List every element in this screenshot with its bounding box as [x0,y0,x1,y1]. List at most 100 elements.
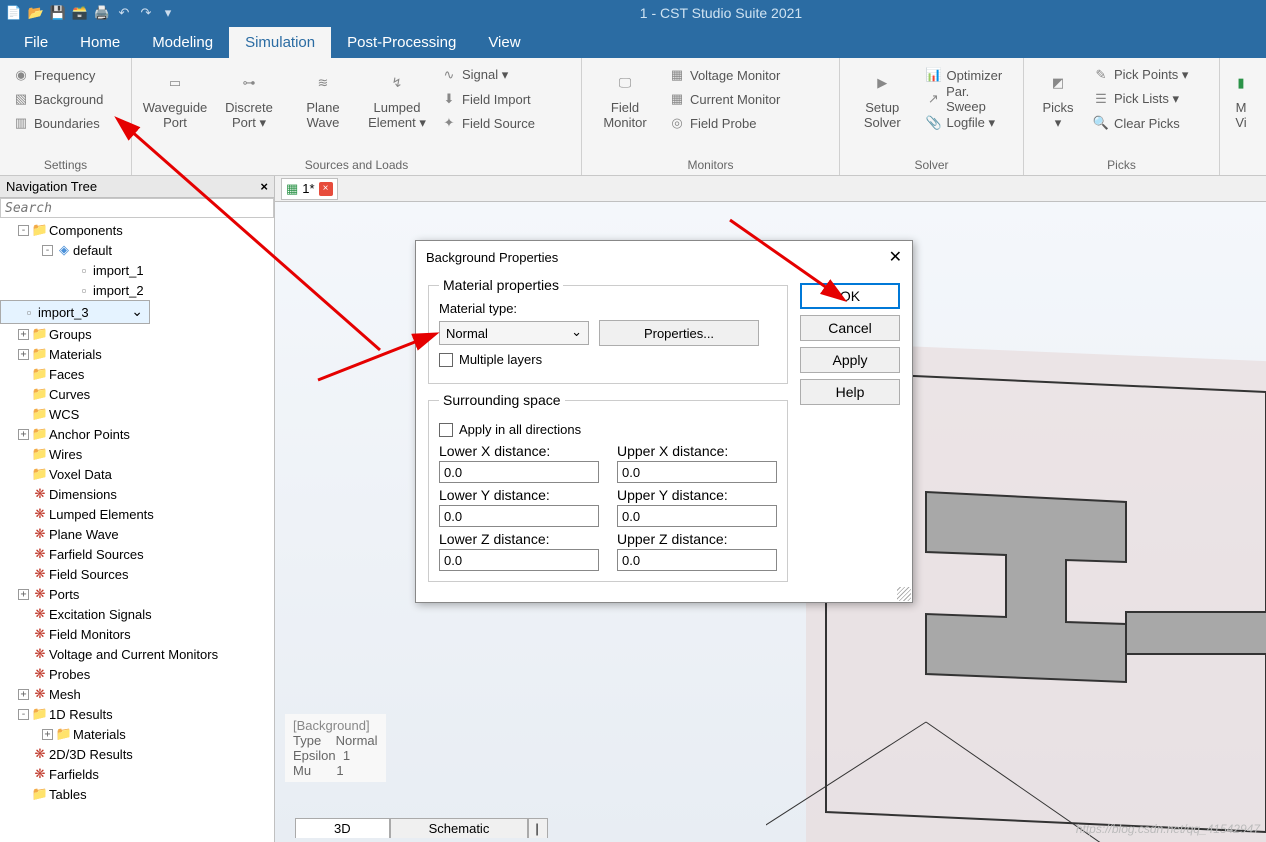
clear-picks-button[interactable]: 🔍Clear Picks [1088,111,1192,135]
tree-node-farfield-sources[interactable]: ❋Farfield Sources [0,544,274,564]
tab-simulation[interactable]: Simulation [229,27,331,58]
tree-node-lumped-elements[interactable]: ❋Lumped Elements [0,504,274,524]
tree-node-mesh[interactable]: +❋Mesh [0,684,274,704]
tree-node-default[interactable]: -◈default [0,240,274,260]
tree-node-faces[interactable]: 📁Faces [0,364,274,384]
waveguide-icon: ▭ [140,65,210,101]
open-icon[interactable]: 📂 [26,3,46,23]
dialog-titlebar[interactable]: Background Properties ✕ [416,241,912,273]
clear-icon: 🔍 [1092,115,1110,131]
waveguide-port-button[interactable]: ▭Waveguide Port [138,61,212,135]
planewave-icon: ≋ [288,65,358,101]
undo-icon[interactable]: ↶ [114,3,134,23]
tab-modeling[interactable]: Modeling [136,27,229,58]
tree-node-curves[interactable]: 📁Curves [0,384,274,404]
field-import-button[interactable]: ⬇Field Import [436,87,539,111]
navigation-tree[interactable]: -📁Components-◈default▫import_1▫import_2▫… [0,218,274,842]
tree-node-groups[interactable]: +📁Groups [0,324,274,344]
dialog-title-text: Background Properties [426,250,558,265]
tree-node-excitation-signals[interactable]: ❋Excitation Signals [0,604,274,624]
current-monitor-button[interactable]: ▦Current Monitor [664,87,784,111]
tree-node-import-3[interactable]: ▫import_3 [0,300,150,324]
background-button[interactable]: ▧Background [8,87,107,111]
setup-solver-button[interactable]: ▶Setup Solver [846,61,919,135]
tree-node-field-monitors[interactable]: ❋Field Monitors [0,624,274,644]
lower-z-input[interactable] [439,549,599,571]
material-type-select[interactable]: Normal [439,321,589,345]
picks-button[interactable]: ◩Picks ▾ [1030,61,1086,135]
tab-view[interactable]: View [472,27,536,58]
tree-node-farfields[interactable]: ❋Farfields [0,764,274,784]
apply-button[interactable]: Apply [800,347,900,373]
tree-node-voltage-and-current-monitors[interactable]: ❋Voltage and Current Monitors [0,644,274,664]
field-import-icon: ⬇ [440,91,458,107]
signal-button[interactable]: ∿Signal ▾ [436,63,539,87]
resize-handle[interactable] [897,587,911,601]
properties-button[interactable]: Properties... [599,320,759,346]
close-icon[interactable]: × [319,182,333,196]
tree-node-probes[interactable]: ❋Probes [0,664,274,684]
view-tab-schematic[interactable]: Schematic [390,818,529,838]
upper-z-input[interactable] [617,549,777,571]
tree-node-import-1[interactable]: ▫import_1 [0,260,274,280]
tab-home[interactable]: Home [64,27,136,58]
qat-dropdown-icon[interactable]: ▾ [158,3,178,23]
pick-lists-button[interactable]: ☰Pick Lists ▾ [1088,87,1192,111]
discrete-port-button[interactable]: ⊶Discrete Port ▾ [212,61,286,135]
doc-icon: ▦ [286,181,298,197]
cancel-button[interactable]: Cancel [800,315,900,341]
voltage-monitor-button[interactable]: ▦Voltage Monitor [664,63,784,87]
nav-tree-header: Navigation Tree × [0,176,274,198]
redo-icon[interactable]: ↷ [136,3,156,23]
tree-node-tables[interactable]: 📁Tables [0,784,274,804]
help-button[interactable]: Help [800,379,900,405]
doc-tab-1[interactable]: ▦ 1* × [281,178,338,200]
view-tab-3d[interactable]: 3D [295,818,390,838]
tree-node-voxel-data[interactable]: 📁Voxel Data [0,464,274,484]
field-monitor-button[interactable]: 🖵Field Monitor [588,61,662,135]
view-tabs: 3D Schematic | [295,818,548,838]
tree-node-wires[interactable]: 📁Wires [0,444,274,464]
tree-node-plane-wave[interactable]: ❋Plane Wave [0,524,274,544]
lower-x-input[interactable] [439,461,599,483]
quick-access-toolbar: 📄 📂 💾 🗃️ 🖨️ ↶ ↷ ▾ 1 - CST Studio Suite 2… [0,0,1266,25]
tree-node-components[interactable]: -📁Components [0,220,274,240]
saveall-icon[interactable]: 🗃️ [70,3,90,23]
tab-file[interactable]: File [8,27,64,58]
group-label-solver: Solver [846,156,1017,175]
field-source-button[interactable]: ✦Field Source [436,111,539,135]
lumped-element-button[interactable]: ↯Lumped Element ▾ [360,61,434,135]
lower-y-input[interactable] [439,505,599,527]
tree-node-ports[interactable]: +❋Ports [0,584,274,604]
frequency-button[interactable]: ◉Frequency [8,63,107,87]
pick-points-button[interactable]: ✎Pick Points ▾ [1088,63,1192,87]
ok-button[interactable]: OK [800,283,900,309]
tree-node-1d-results[interactable]: -📁1D Results [0,704,274,724]
nav-search-input[interactable] [0,198,274,218]
new-icon[interactable]: 📄 [4,3,24,23]
tree-node-anchor-points[interactable]: +📁Anchor Points [0,424,274,444]
save-icon[interactable]: 💾 [48,3,68,23]
macros-button[interactable]: ▮MVi [1226,61,1256,135]
upper-y-input[interactable] [617,505,777,527]
logfile-button[interactable]: 📎Logfile ▾ [921,111,1015,135]
tree-node-materials[interactable]: +📁Materials [0,344,274,364]
apply-all-checkbox[interactable]: Apply in all directions [439,422,777,437]
plane-wave-button[interactable]: ≋Plane Wave [286,61,360,135]
boundaries-button[interactable]: ▥Boundaries [8,111,107,135]
tab-postprocessing[interactable]: Post-Processing [331,27,472,58]
close-icon[interactable]: ✕ [889,247,902,267]
tree-node-wcs[interactable]: 📁WCS [0,404,274,424]
multiple-layers-checkbox[interactable]: Multiple layers [439,352,777,367]
field-probe-button[interactable]: ◎Field Probe [664,111,784,135]
tree-node-materials[interactable]: +📁Materials [0,724,274,744]
document-tabs: ▦ 1* × [275,176,1266,202]
tree-node-dimensions[interactable]: ❋Dimensions [0,484,274,504]
tree-node-field-sources[interactable]: ❋Field Sources [0,564,274,584]
print-icon[interactable]: 🖨️ [92,3,112,23]
tree-node-2d-3d-results[interactable]: ❋2D/3D Results [0,744,274,764]
close-icon[interactable]: × [260,179,268,194]
tree-node-import-2[interactable]: ▫import_2 [0,280,274,300]
upper-x-input[interactable] [617,461,777,483]
par-sweep-button[interactable]: ↗Par. Sweep [921,87,1015,111]
